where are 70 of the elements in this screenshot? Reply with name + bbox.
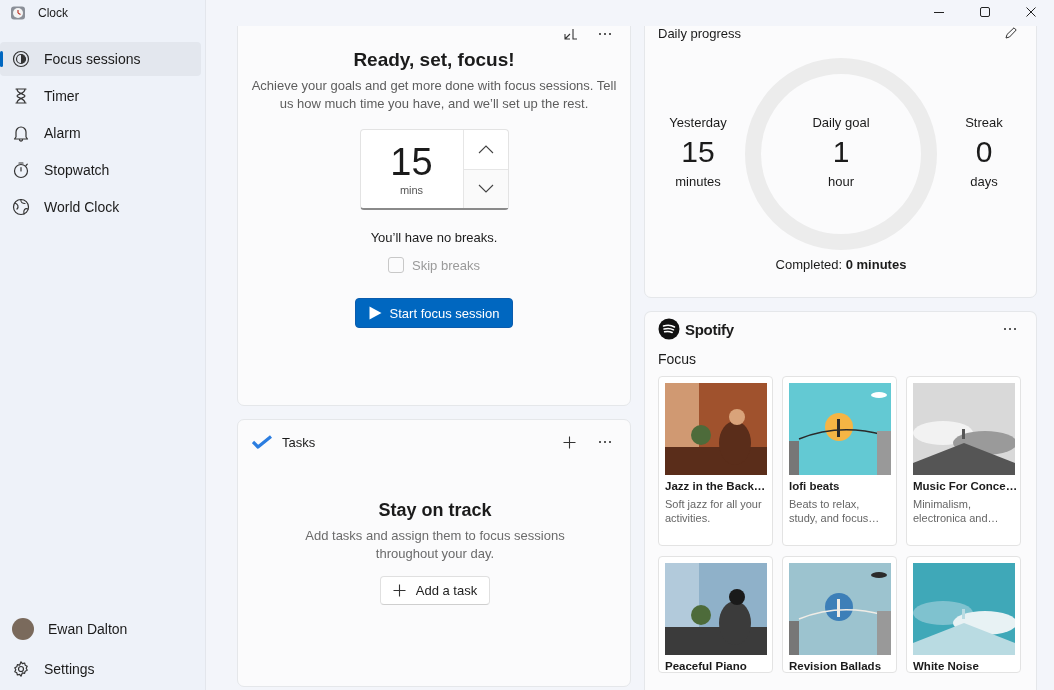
stat-value: 1: [832, 134, 850, 170]
duration-picker[interactable]: 15 mins: [359, 129, 509, 210]
checkbox-label: Skip breaks: [412, 257, 480, 273]
playlist-description: Beats to relax, study, and focus…: [789, 497, 881, 525]
chevron-up-icon: [477, 144, 494, 154]
playlist-title: Revision Ballads: [789, 660, 883, 672]
close-icon: [1026, 7, 1036, 17]
clock-icon: [10, 5, 26, 21]
nav-item[interactable]: Timer: [0, 79, 201, 113]
globe-icon: [12, 198, 30, 216]
stat-label: Streak: [965, 115, 1003, 130]
playlist-tile[interactable]: Revision Ballads: [782, 556, 897, 673]
playlist-description: Minimalism, electronica and…: [913, 497, 1000, 525]
card-title: Ready, set, focus!: [353, 49, 515, 71]
stat-unit: days: [970, 174, 998, 189]
playlist-title: Peaceful Piano: [665, 660, 748, 672]
playlist-tile[interactable]: Music For Conce… Minimalism, electronica and…: [906, 376, 1021, 546]
duration-value: 15: [390, 142, 433, 182]
avatar-icon: [12, 618, 34, 640]
empty-title: Stay on track: [378, 500, 492, 521]
section-title: Focus: [658, 351, 698, 367]
playlist-title: lofi beats: [789, 480, 841, 492]
chevron-down-icon: [477, 184, 494, 194]
stopwatch-icon: [12, 161, 30, 179]
settings-icon: [12, 660, 30, 678]
empty-description: Add tasks and assign them to focus sessions throughout your day.: [304, 527, 566, 563]
description: Achieve your goals and get more done with focus sessions. Tell us how much time you have, and we’ll set up the rest.: [250, 77, 618, 113]
playlist-description: Soft jazz for all your activities.: [665, 497, 763, 525]
settings-button[interactable]: Settings: [0, 652, 201, 686]
card-title: Daily progress: [658, 26, 742, 41]
add-task-button[interactable]: Add a task: [379, 576, 491, 605]
nav-item[interactable]: Focus sessions: [0, 42, 201, 76]
bell-icon: [12, 124, 30, 142]
nav-item[interactable]: Alarm: [0, 116, 201, 150]
nav-item[interactable]: World Clock: [0, 190, 201, 224]
plus-icon: [392, 584, 406, 597]
playlist-title: White Noise: [913, 660, 980, 672]
account-button[interactable]: Ewan Dalton: [0, 612, 201, 646]
app-title: Clock: [38, 6, 68, 20]
playlist-tile[interactable]: Peaceful Piano: [658, 556, 773, 673]
stat-unit: minutes: [675, 174, 721, 189]
more-icon: [597, 440, 613, 444]
stat-label: Yesterday: [669, 115, 727, 130]
breaks-note: You’ll have no breaks.: [370, 230, 498, 245]
pencil-icon: [1005, 27, 1017, 39]
playlist-tile[interactable]: lofi beats Beats to relax, study, and focus…: [782, 376, 897, 546]
more-icon: [1002, 327, 1018, 331]
focus-icon: [12, 50, 30, 68]
stat-value: 0: [975, 134, 993, 170]
expand-icon: [564, 28, 578, 40]
checkmark-icon: [252, 435, 272, 449]
decrease-button[interactable]: [463, 168, 508, 208]
playlist-title: Music For Conce…: [913, 480, 1014, 492]
play-icon: [368, 306, 382, 320]
spotify-logo-icon: [658, 318, 680, 340]
nav-item[interactable]: Stopwatch: [0, 153, 201, 187]
completed-summary: Completed: 0 minutes: [774, 257, 908, 272]
stat-value: 15: [681, 134, 715, 170]
playlist-tile[interactable]: Jazz in the Back… Soft jazz for all your activities.: [658, 376, 773, 546]
stat-unit: hour: [828, 174, 854, 189]
card-title: Tasks: [282, 434, 317, 450]
duration-unit: mins: [399, 184, 424, 196]
stat-label: Daily goal: [812, 115, 870, 130]
brand-name: Spotify: [685, 320, 735, 338]
maximize-icon: [980, 7, 990, 17]
more-icon: [597, 32, 613, 36]
start-button[interactable]: Start focus session: [354, 298, 514, 328]
playlist-title: Jazz in the Back…: [665, 480, 766, 492]
playlist-tile[interactable]: White Noise: [906, 556, 1021, 673]
plus-icon: [562, 435, 576, 449]
